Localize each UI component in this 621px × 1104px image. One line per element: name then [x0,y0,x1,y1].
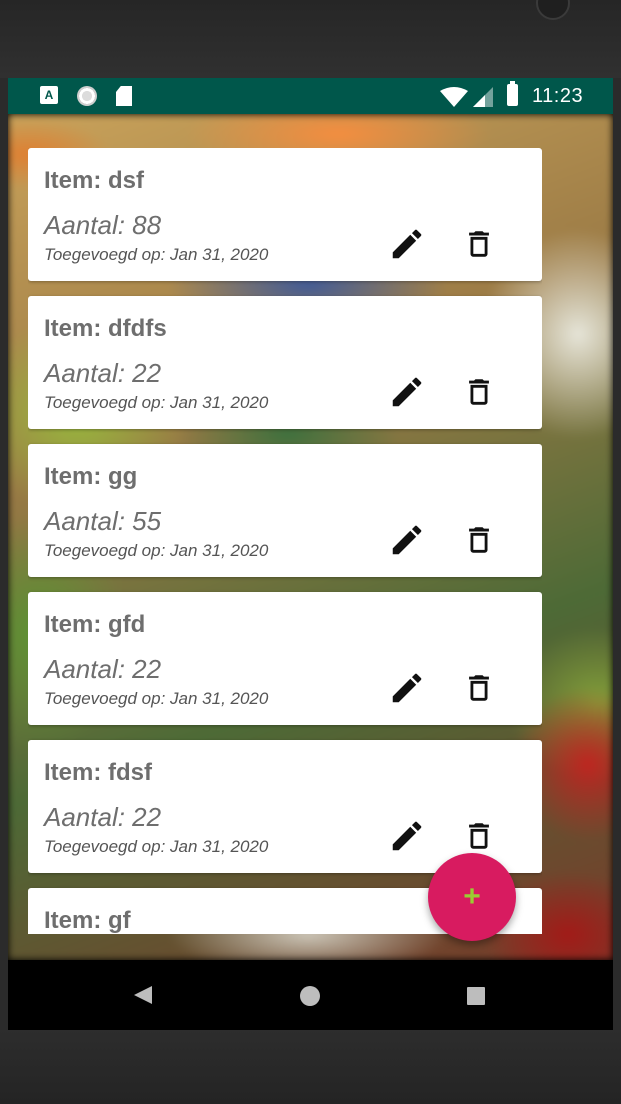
item-title: Item: dfdfs [44,315,167,342]
edit-icon[interactable] [388,373,426,411]
home-icon[interactable] [300,986,320,1006]
front-camera [536,0,570,20]
device-top-bezel [0,0,621,78]
item-title: Item: gfd [44,611,146,638]
sync-icon [77,86,97,106]
item-date: Toegevoegd op: Jan 31, 2020 [44,393,269,412]
phone-screen: A 11:23 Item: dsf Aantal: 88 Toegevoegd … [8,78,613,1030]
item-title: Item: gg [44,463,138,490]
item-date: Toegevoegd op: Jan 31, 2020 [44,541,269,560]
item-title: Item: fdsf [44,759,152,786]
item-date: Toegevoegd op: Jan 31, 2020 [44,245,269,264]
edit-icon[interactable] [388,225,426,263]
item-quantity: Aantal: 22 [44,358,162,388]
device-bottom-bezel [0,1030,621,1104]
edit-icon[interactable] [388,817,426,855]
a-icon: A [40,86,58,104]
item-title: Item: dsf [44,167,145,194]
list-item: Item: gg Aantal: 55 Toegevoegd op: Jan 3… [28,444,542,577]
navigation-bar [8,960,613,1030]
list-item: Item: dfdfs Aantal: 22 Toegevoegd op: Ja… [28,296,542,429]
delete-icon[interactable] [462,225,496,263]
sd-card-icon [116,86,132,106]
back-icon[interactable] [134,986,152,1004]
signal-icon [473,87,493,107]
item-date: Toegevoegd op: Jan 31, 2020 [44,837,269,856]
item-title: Item: gf [44,907,131,934]
add-item-button[interactable]: + [428,853,516,941]
list-item: Item: gfd Aantal: 22 Toegevoegd op: Jan … [28,592,542,725]
delete-icon[interactable] [462,669,496,707]
item-quantity: Aantal: 55 [44,506,162,536]
edit-icon[interactable] [388,669,426,707]
recents-icon[interactable] [467,987,485,1005]
delete-icon[interactable] [462,521,496,559]
status-time: 11:23 [532,85,584,107]
item-date: Toegevoegd op: Jan 31, 2020 [44,689,269,708]
plus-icon: + [463,880,481,913]
edit-icon[interactable] [388,521,426,559]
status-bar: A 11:23 [8,78,613,114]
item-quantity: Aantal: 22 [44,802,162,832]
item-quantity: Aantal: 88 [44,210,162,240]
battery-icon [507,81,518,106]
wifi-icon [440,87,468,107]
delete-icon[interactable] [462,817,496,855]
delete-icon[interactable] [462,373,496,411]
item-quantity: Aantal: 22 [44,654,162,684]
list-item: Item: dsf Aantal: 88 Toegevoegd op: Jan … [28,148,542,281]
item-list[interactable]: Item: dsf Aantal: 88 Toegevoegd op: Jan … [28,148,542,934]
